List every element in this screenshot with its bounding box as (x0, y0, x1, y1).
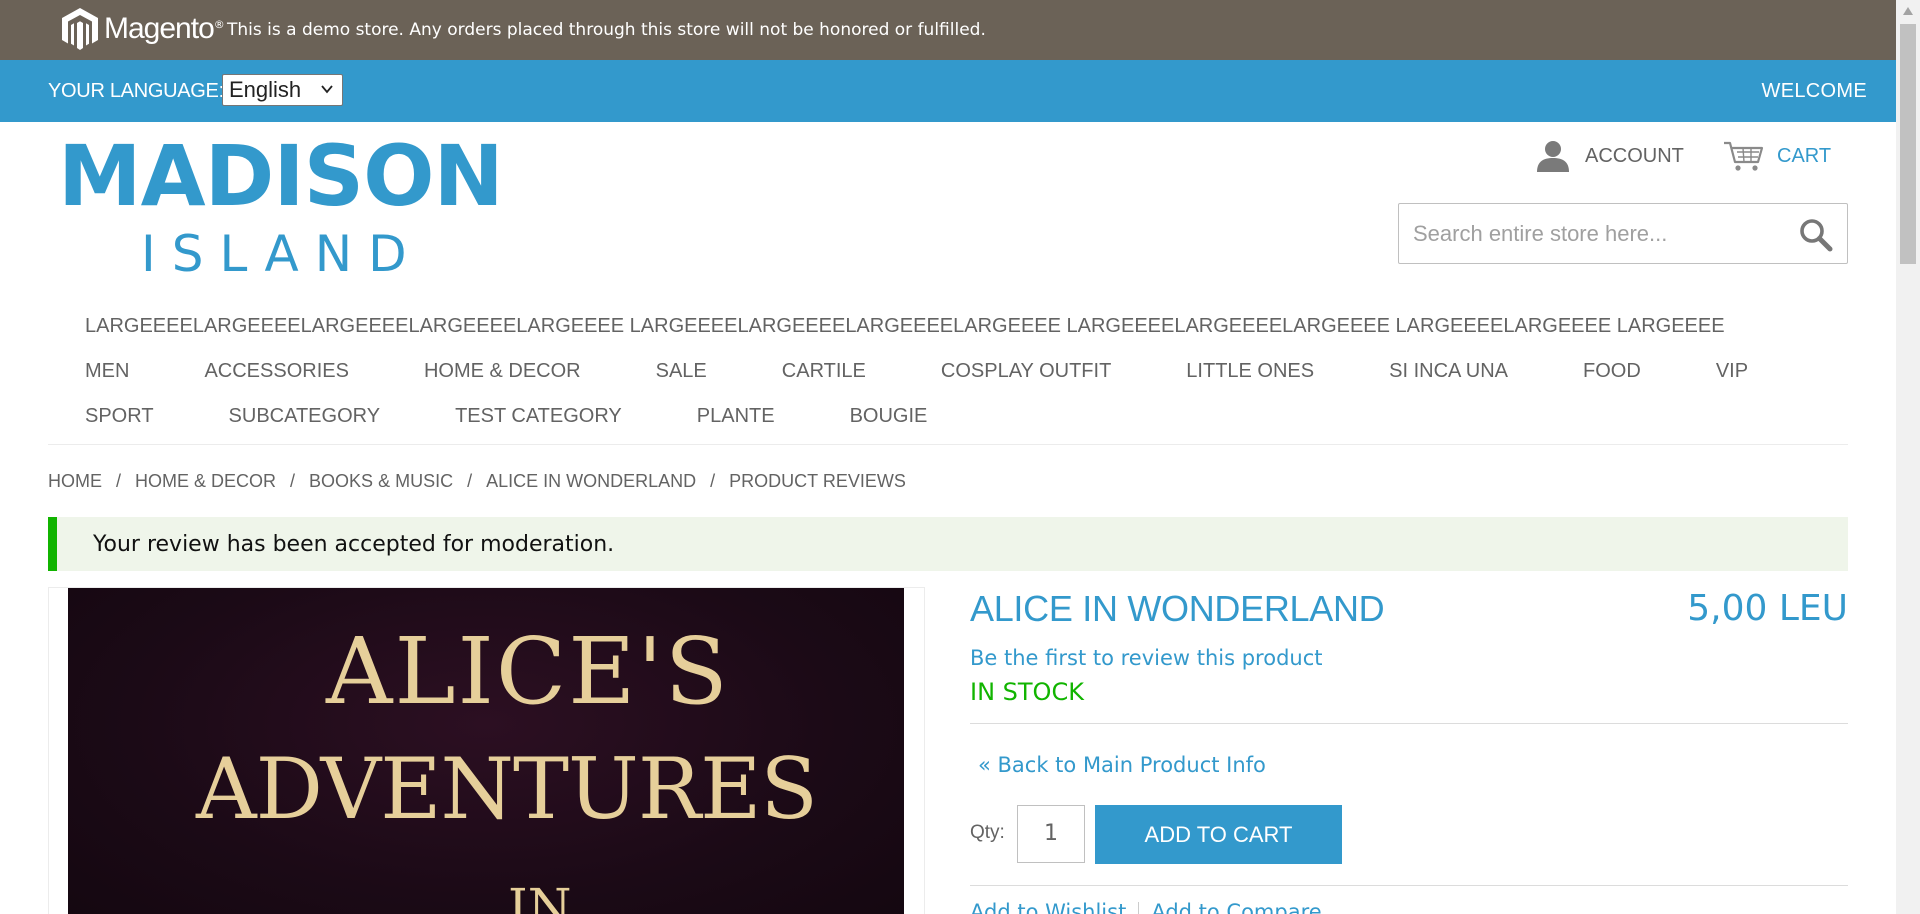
breadcrumb-separator: / (710, 471, 716, 491)
breadcrumb-separator: / (116, 471, 122, 491)
nav-item-si-inca-una[interactable]: SI INCA UNA (1389, 360, 1508, 383)
scrollbar-thumb[interactable] (1900, 24, 1916, 264)
breadcrumb: HOME / HOME & DECOR / BOOKS & MUSIC / ALICE IN… (48, 471, 906, 492)
language-select[interactable]: English (222, 74, 343, 106)
cover-title-line-2: ADVENTURES (196, 740, 818, 838)
nav-row-3: SPORT SUBCATEGORY TEST CATEGORY PLANTE BOUGI… (85, 405, 1002, 428)
add-to-cart-button[interactable]: ADD TO CART (1095, 805, 1342, 864)
logo-line-1: MADISON (58, 127, 504, 225)
nav-item-accessories[interactable]: ACCESSORIES (204, 360, 348, 383)
divider (970, 885, 1848, 886)
account-label: ACCOUNT (1585, 144, 1684, 167)
back-to-product-link[interactable]: « Back to Main Product Info (978, 753, 1266, 777)
magento-logo-icon (62, 8, 98, 50)
add-to-compare-link[interactable]: Add to Compare (1151, 900, 1321, 914)
nav-item-plante[interactable]: PLANTE (697, 405, 775, 428)
nav-row-2: MEN ACCESSORIES HOME & DECOR SALE CARTILE COS… (85, 360, 1823, 383)
nav-item-cartile[interactable]: CARTILE (782, 360, 866, 383)
nav-divider (48, 444, 1848, 445)
page-scrollbar[interactable] (1896, 0, 1920, 914)
scroll-up-arrow-icon[interactable] (1902, 6, 1914, 16)
nav-item-largeeee[interactable]: LARGEEEELARGEEEELARGEEEELARGEEEELARGEEEE… (85, 315, 1725, 338)
success-message-text: Your review has been accepted for modera… (93, 532, 615, 557)
product-price: 5,00 LEU (1687, 588, 1848, 629)
language-select-value: English (229, 77, 302, 102)
cover-title-line-3: IN (508, 878, 572, 914)
nav-item-sale[interactable]: SALE (656, 360, 707, 383)
cart-icon (1724, 141, 1764, 171)
nav-item-subcategory[interactable]: SUBCATEGORY (229, 405, 381, 428)
breadcrumb-current: PRODUCT REVIEWS (729, 471, 906, 491)
language-label: YOUR LANGUAGE: (48, 80, 224, 102)
success-message: Your review has been accepted for modera… (48, 517, 1848, 571)
breadcrumb-separator: / (467, 471, 473, 491)
add-to-wishlist-link[interactable]: Add to Wishlist (970, 900, 1126, 914)
product-image[interactable]: ALICE'S ADVENTURES IN (68, 588, 904, 914)
review-link[interactable]: Be the first to review this product (970, 646, 1323, 670)
nav-item-sport[interactable]: SPORT (85, 405, 154, 428)
qty-label: Qty: (970, 822, 1005, 843)
qty-input[interactable]: 1 (1017, 805, 1085, 863)
demo-notice-text: This is a demo store. Any orders placed … (227, 20, 986, 40)
nav-item-vip[interactable]: VIP (1716, 360, 1748, 383)
search-icon[interactable] (1799, 218, 1833, 252)
breadcrumb-product[interactable]: ALICE IN WONDERLAND (486, 471, 696, 491)
breadcrumb-home-decor[interactable]: HOME & DECOR (135, 471, 276, 491)
site-logo[interactable]: MADISON ISLAND (58, 128, 504, 283)
nav-row-1: LARGEEEELARGEEEELARGEEEELARGEEEELARGEEEE… (85, 315, 1800, 338)
nav-item-food[interactable]: FOOD (1583, 360, 1641, 383)
nav-item-test-category[interactable]: TEST CATEGORY (455, 405, 622, 428)
cart-label: CART (1777, 144, 1832, 167)
nav-item-home-decor[interactable]: HOME & DECOR (424, 360, 581, 383)
cover-title-line-1: ALICE'S (326, 618, 730, 725)
nav-item-men[interactable]: MEN (85, 360, 129, 383)
divider (970, 723, 1848, 724)
language-bar: YOUR LANGUAGE: English WELCOME (0, 60, 1896, 122)
nav-item-cosplay-outfit[interactable]: COSPLAY OUTFIT (941, 360, 1111, 383)
logo-line-2: ISLAND (141, 225, 423, 283)
stock-status: IN STOCK (970, 678, 1084, 706)
magento-wordmark: Magento (104, 12, 215, 45)
product-links: Add to Wishlist Add to Compare (970, 900, 1322, 914)
nav-item-bougie[interactable]: BOUGIE (850, 405, 928, 428)
search-input[interactable] (1413, 218, 1783, 250)
product-image-frame: ALICE'S ADVENTURES IN (48, 587, 925, 914)
account-link[interactable]: ACCOUNT (1535, 138, 1684, 174)
breadcrumb-separator: / (290, 471, 296, 491)
product-name: ALICE IN WONDERLAND (970, 588, 1385, 629)
demo-notice-bar: Magento ® This is a demo store. Any orde… (0, 0, 1896, 60)
cart-link[interactable]: CART (1723, 138, 1831, 174)
user-icon (1537, 141, 1569, 172)
chevron-down-icon (321, 85, 333, 94)
welcome-text: WELCOME (1761, 80, 1867, 102)
breadcrumb-home[interactable]: HOME (48, 471, 102, 491)
breadcrumb-books-music[interactable]: BOOKS & MUSIC (309, 471, 453, 491)
nav-item-little-ones[interactable]: LITTLE ONES (1186, 360, 1314, 383)
search-box (1398, 203, 1848, 264)
magento-logo: Magento ® (60, 6, 225, 52)
